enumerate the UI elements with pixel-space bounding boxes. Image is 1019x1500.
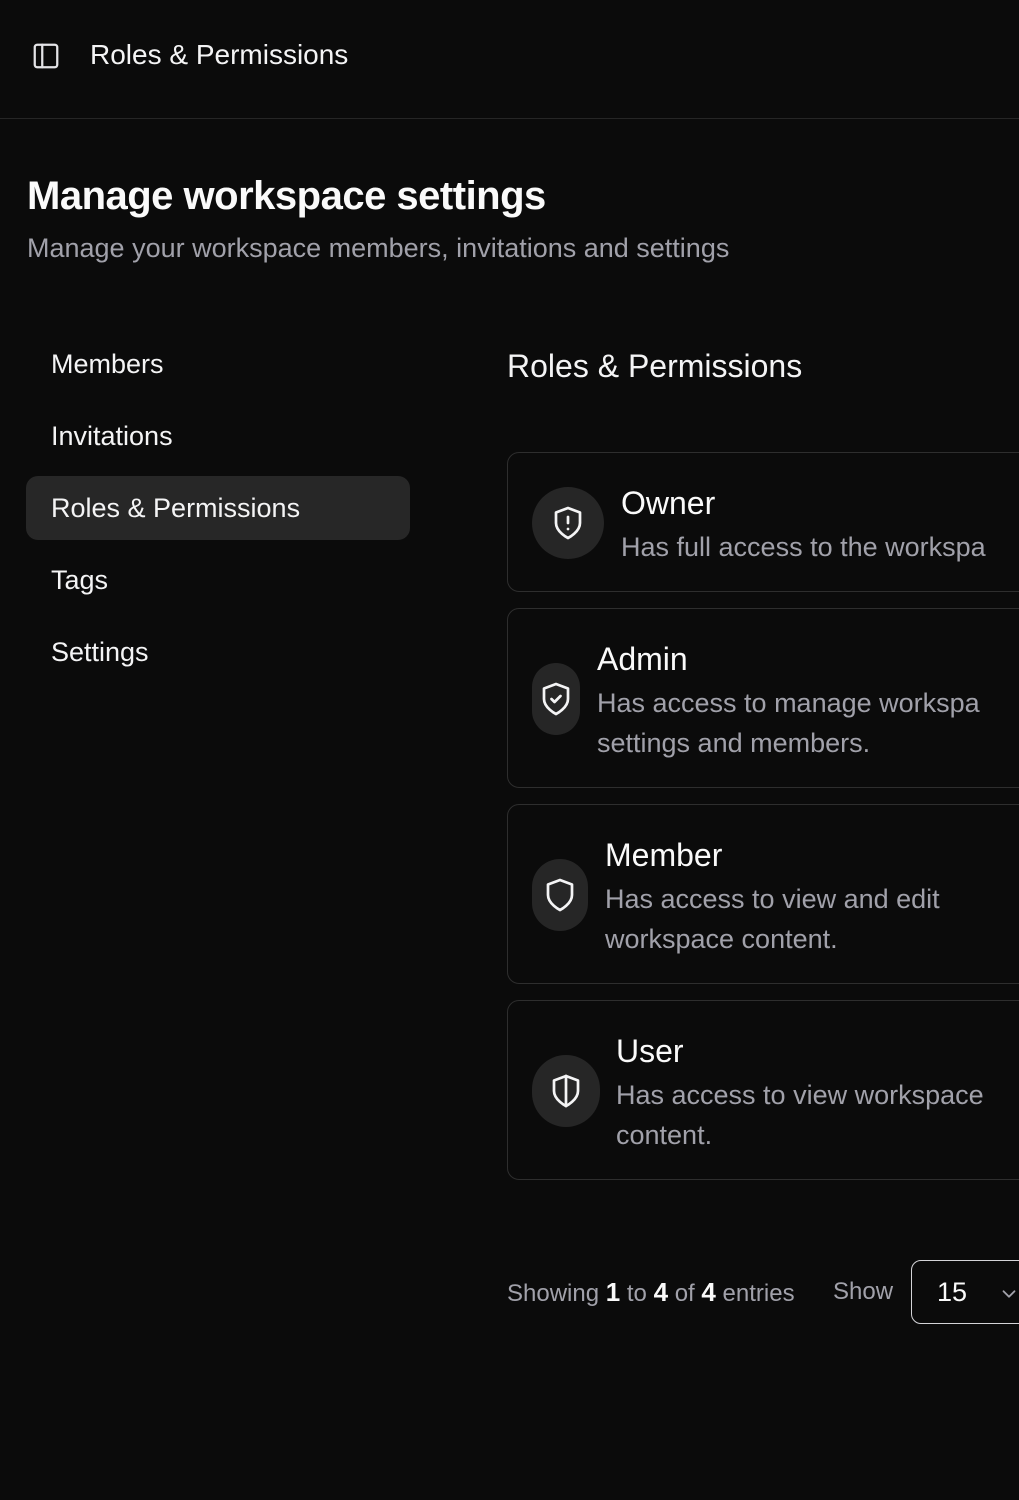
role-name: Member (605, 837, 723, 873)
pagination-to: 4 (653, 1277, 669, 1307)
page-size-value: 15 (937, 1276, 968, 1307)
role-name: User (616, 1033, 684, 1069)
role-card-admin[interactable]: Admin Has access to manage workspa setti… (507, 608, 1019, 788)
pagination-entries-word: entries (722, 1280, 795, 1307)
pagination-total: 4 (701, 1277, 716, 1307)
role-description: Has access to view workspace (616, 1080, 984, 1110)
role-description: Has access to view and edit (605, 884, 940, 914)
sidebar-panel-icon[interactable] (30, 40, 62, 72)
page-subtitle: Manage your workspace members, invitatio… (27, 233, 730, 263)
role-card-user[interactable]: User Has access to view workspace conten… (507, 1000, 1019, 1180)
role-description: Has access to manage workspa (597, 688, 980, 718)
pagination-of-word: of (674, 1280, 695, 1307)
role-description: content. (616, 1120, 713, 1150)
section-title: Roles & Permissions (507, 348, 803, 384)
nav-item-tags[interactable]: Tags (26, 548, 410, 612)
shield-icon (532, 859, 588, 931)
role-name: Admin (597, 641, 688, 677)
nav-item-settings[interactable]: Settings (26, 620, 410, 684)
pagination-summary: Showing 1 to 4 of 4 entries (507, 1274, 795, 1312)
role-description: workspace content. (605, 924, 838, 954)
chevron-down-icon (998, 1281, 1019, 1312)
show-label: Show (833, 1278, 894, 1305)
settings-nav: Members Invitations Roles & Permissions … (26, 332, 410, 692)
role-card-owner[interactable]: Owner Has full access to the workspa (507, 452, 1019, 592)
pagination-from: 1 (605, 1277, 621, 1307)
nav-item-members[interactable]: Members (26, 332, 410, 396)
role-description: Has full access to the workspa (621, 532, 986, 562)
page-size-select[interactable]: 15 (911, 1260, 1019, 1324)
pagination-showing: Showing (507, 1280, 600, 1307)
header-title: Roles & Permissions (90, 39, 349, 70)
shield-half-icon (532, 1055, 600, 1127)
top-bar: Roles & Permissions (0, 0, 1019, 119)
role-name: Owner (621, 485, 716, 521)
pagination-to-word: to (626, 1280, 647, 1307)
shield-check-icon (532, 663, 580, 735)
role-card-member[interactable]: Member Has access to view and edit works… (507, 804, 1019, 984)
role-description: settings and members. (597, 728, 871, 758)
nav-item-roles-permissions[interactable]: Roles & Permissions (26, 476, 410, 540)
nav-item-invitations[interactable]: Invitations (26, 404, 410, 468)
shield-alert-icon (532, 487, 604, 559)
page-title: Manage workspace settings (27, 174, 546, 218)
